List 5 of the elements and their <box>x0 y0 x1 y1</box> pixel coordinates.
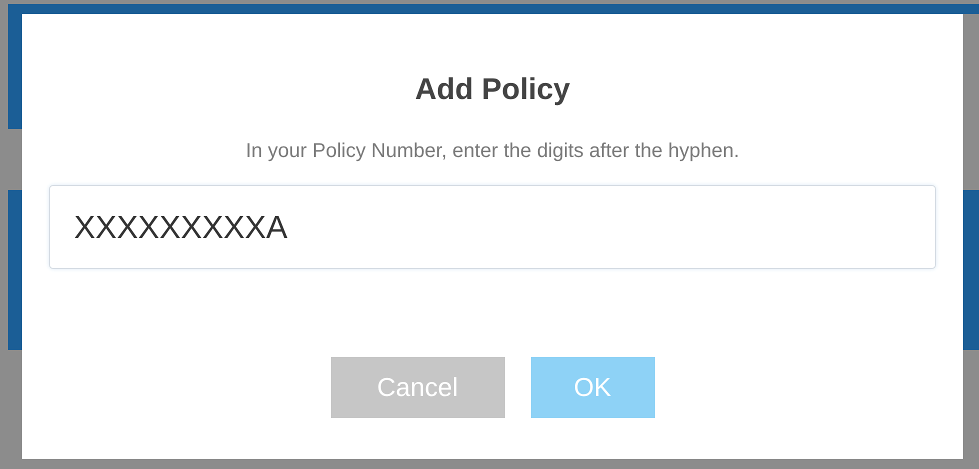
policy-number-field[interactable]: XXXXXXXXXA <box>49 185 936 269</box>
cancel-button[interactable]: Cancel <box>330 357 504 418</box>
ok-button[interactable]: OK <box>530 357 654 418</box>
dialog-title: Add Policy <box>414 72 570 108</box>
dialog-message: In your Policy Number, enter the digits after the hyphen. <box>246 139 740 164</box>
